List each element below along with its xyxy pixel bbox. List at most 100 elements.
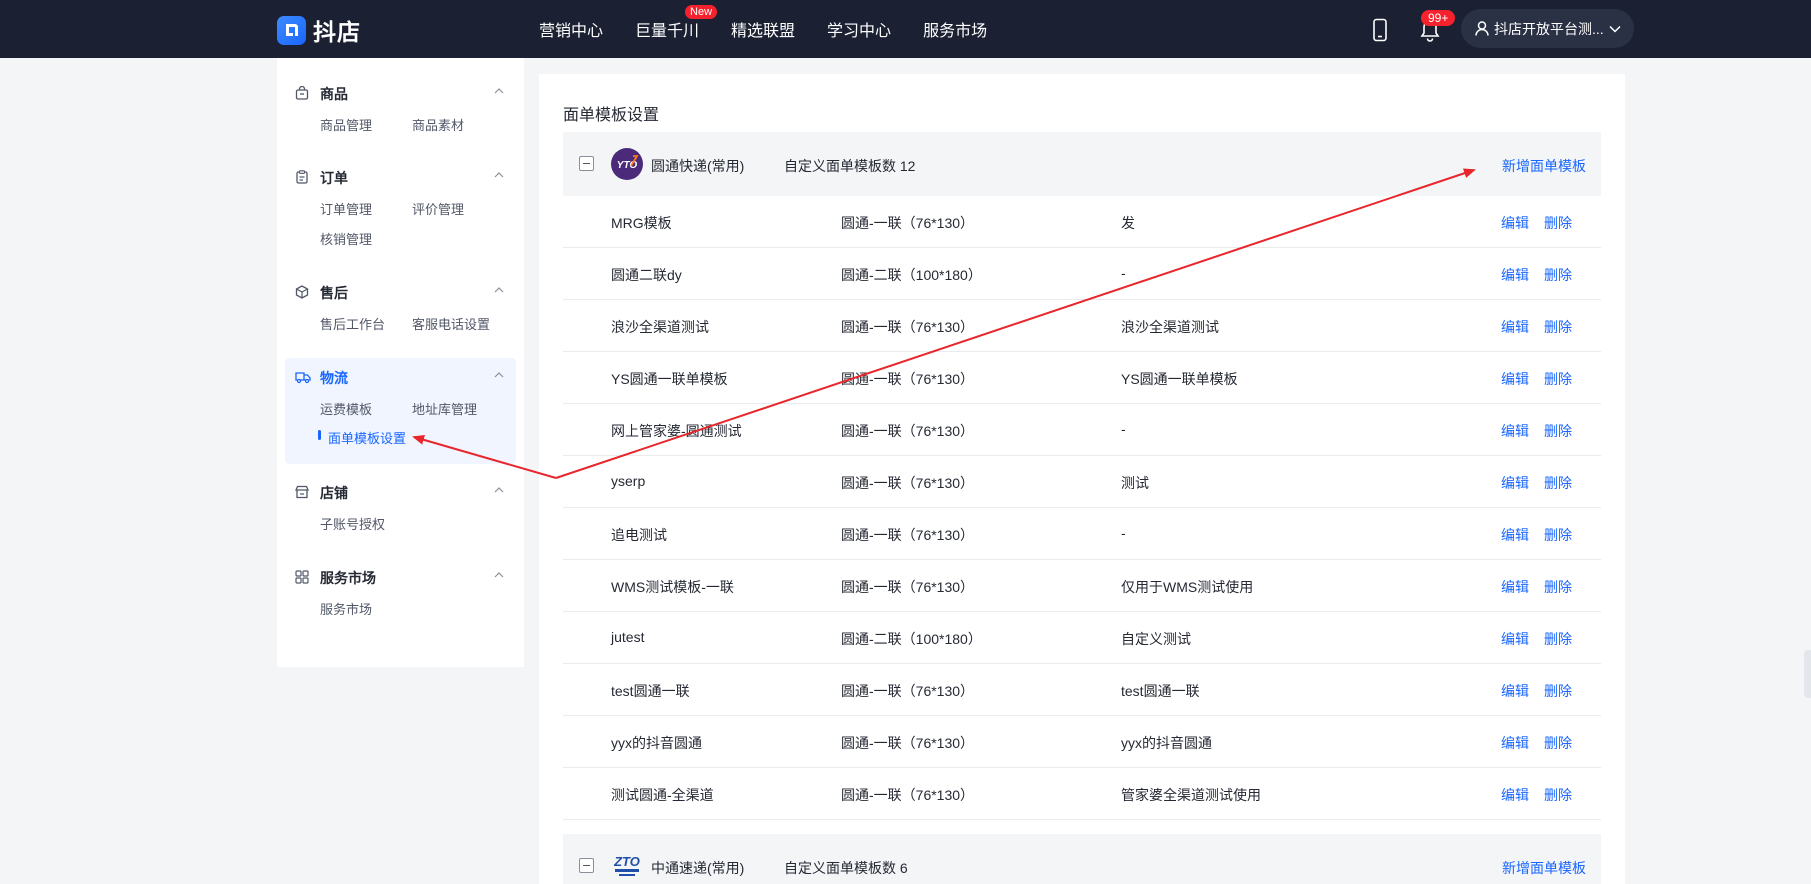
sidebar-item-verify-manage[interactable]: 核销管理: [320, 229, 372, 248]
template-type: 圆通-一联（76*130）: [841, 787, 975, 803]
template-count: 自定义面单模板数 6: [784, 860, 908, 876]
edit-button[interactable]: 编辑: [1501, 681, 1529, 701]
template-remark: 自定义测试: [1121, 631, 1191, 647]
template-name: YS圆通一联单模板: [611, 371, 728, 387]
template-name: yyx的抖音圆通: [611, 735, 702, 751]
delete-button[interactable]: 删除: [1544, 317, 1572, 337]
sidebar-item-freight-template[interactable]: 运费模板: [320, 399, 372, 418]
chevron-up-icon[interactable]: [494, 487, 504, 493]
chevron-up-icon[interactable]: [494, 287, 504, 293]
edit-button[interactable]: 编辑: [1501, 265, 1529, 285]
template-type: 圆通-一联（76*130）: [841, 735, 975, 751]
sidebar-group-label: 店铺: [320, 485, 348, 501]
sidebar-item-address-library[interactable]: 地址库管理: [412, 399, 477, 418]
add-template-button[interactable]: 新增面单模板: [1502, 156, 1586, 176]
delete-button[interactable]: 删除: [1544, 785, 1572, 805]
template-type: 圆通-一联（76*130）: [841, 527, 975, 543]
delete-button[interactable]: 删除: [1544, 265, 1572, 285]
sidebar-item-review-manage[interactable]: 评价管理: [412, 199, 464, 218]
edit-button[interactable]: 编辑: [1501, 629, 1529, 649]
main-nav: 营销中心 巨量千川 New 精选联盟 学习中心 服务市场: [539, 0, 1019, 58]
template-type: 圆通-一联（76*130）: [841, 215, 975, 231]
delete-button[interactable]: 删除: [1544, 213, 1572, 233]
template-name: 网上管家婆-圆通测试: [611, 423, 742, 439]
edit-button[interactable]: 编辑: [1501, 421, 1529, 441]
chevron-up-icon[interactable]: [494, 572, 504, 578]
sidebar-item-product-manage[interactable]: 商品管理: [320, 115, 372, 134]
sidebar-group-title[interactable]: 物流: [285, 366, 516, 388]
add-template-button[interactable]: 新增面单模板: [1502, 858, 1586, 878]
sidebar-item-aftersale-workbench[interactable]: 售后工作台: [320, 314, 385, 333]
sidebar-item-waybill-template[interactable]: 面单模板设置: [328, 428, 406, 447]
edit-button[interactable]: 编辑: [1501, 785, 1529, 805]
sidebar-group-title[interactable]: 服务市场: [285, 566, 516, 588]
delete-button[interactable]: 删除: [1544, 681, 1572, 701]
chevron-up-icon[interactable]: [494, 88, 504, 94]
bag-icon: [295, 86, 309, 100]
sidebar-group-title[interactable]: 售后: [285, 281, 516, 303]
template-count: 自定义面单模板数 12: [784, 158, 916, 174]
table-row: test圆通一联 圆通-一联（76*130） test圆通一联 编辑 删除: [563, 664, 1601, 716]
user-menu[interactable]: 抖店开放平台测...: [1461, 9, 1634, 48]
template-type: 圆通-一联（76*130）: [841, 579, 975, 595]
sidebar-group-title[interactable]: 店铺: [285, 481, 516, 503]
sidebar-item-service-market[interactable]: 服务市场: [320, 599, 372, 618]
template-name: MRG模板: [611, 215, 672, 231]
table-row: yserp 圆通-一联（76*130） 测试 编辑 删除: [563, 456, 1601, 508]
nav-item-marketing[interactable]: 营销中心: [539, 17, 603, 41]
brand-name: 抖店: [313, 19, 361, 45]
side-drawer-handle[interactable]: [1804, 650, 1811, 698]
collapse-button[interactable]: [579, 156, 594, 171]
sidebar-group-aftersale: 售后 售后工作台 客服电话设置: [285, 281, 516, 341]
grid-icon: [295, 570, 309, 584]
edit-button[interactable]: 编辑: [1501, 473, 1529, 493]
carrier-header-zto: ZTO 中通速递(常用) 自定义面单模板数 6 新增面单模板: [563, 834, 1601, 884]
nav-item-service-market[interactable]: 服务市场: [923, 17, 987, 41]
sidebar-item-subaccount-auth[interactable]: 子账号授权: [320, 514, 385, 533]
template-remark: -: [1121, 265, 1126, 281]
delete-button[interactable]: 删除: [1544, 421, 1572, 441]
sidebar-group-label: 商品: [320, 86, 348, 102]
svg-text:ZTO: ZTO: [613, 854, 640, 869]
template-name: test圆通一联: [611, 683, 690, 699]
delete-button[interactable]: 删除: [1544, 473, 1572, 493]
sidebar-group-title[interactable]: 商品: [285, 82, 516, 104]
nav-item-qianchuan[interactable]: 巨量千川 New: [635, 5, 718, 41]
sidebar-item-service-phone[interactable]: 客服电话设置: [412, 314, 490, 333]
sidebar-group-title[interactable]: 订单: [285, 166, 516, 188]
table-row: 浪沙全渠道测试 圆通-一联（76*130） 浪沙全渠道测试 编辑 删除: [563, 300, 1601, 352]
template-type: 圆通-一联（76*130）: [841, 423, 975, 439]
sidebar-item-order-manage[interactable]: 订单管理: [320, 199, 372, 218]
delete-button[interactable]: 删除: [1544, 733, 1572, 753]
chevron-up-icon[interactable]: [494, 372, 504, 378]
table-row: jutest 圆通-二联（100*180） 自定义测试 编辑 删除: [563, 612, 1601, 664]
edit-button[interactable]: 编辑: [1501, 577, 1529, 597]
brand-logo[interactable]: 抖店: [277, 13, 361, 47]
delete-button[interactable]: 删除: [1544, 369, 1572, 389]
nav-item-learning[interactable]: 学习中心: [827, 17, 891, 41]
sidebar-item-product-material[interactable]: 商品素材: [412, 115, 464, 134]
carrier-name: 中通速递(常用): [651, 860, 745, 876]
edit-button[interactable]: 编辑: [1501, 317, 1529, 337]
template-name: yserp: [611, 473, 646, 489]
delete-button[interactable]: 删除: [1544, 629, 1572, 649]
nav-item-alliance[interactable]: 精选联盟: [731, 17, 795, 41]
delete-button[interactable]: 删除: [1544, 577, 1572, 597]
mobile-phone-icon[interactable]: [1371, 18, 1389, 47]
edit-button[interactable]: 编辑: [1501, 525, 1529, 545]
sidebar-group-label: 售后: [320, 285, 348, 301]
doudian-logo-icon: [277, 15, 306, 45]
template-remark: 浪沙全渠道测试: [1121, 319, 1219, 335]
chevron-up-icon[interactable]: [494, 172, 504, 178]
delete-button[interactable]: 删除: [1544, 525, 1572, 545]
sidebar-group-service-market: 服务市场 服务市场: [285, 566, 516, 626]
main-panel: 面单模板设置 YTO 圆通快递(常用) 自定义面单模板数 12 新增面单模板 M…: [539, 74, 1625, 884]
template-remark: 发: [1121, 215, 1135, 231]
table-row: YS圆通一联单模板 圆通-一联（76*130） YS圆通一联单模板 编辑 删除: [563, 352, 1601, 404]
template-type: 圆通-二联（100*180）: [841, 631, 982, 647]
clipboard-icon: [296, 170, 308, 184]
collapse-button[interactable]: [579, 858, 594, 873]
edit-button[interactable]: 编辑: [1501, 369, 1529, 389]
edit-button[interactable]: 编辑: [1501, 213, 1529, 233]
edit-button[interactable]: 编辑: [1501, 733, 1529, 753]
